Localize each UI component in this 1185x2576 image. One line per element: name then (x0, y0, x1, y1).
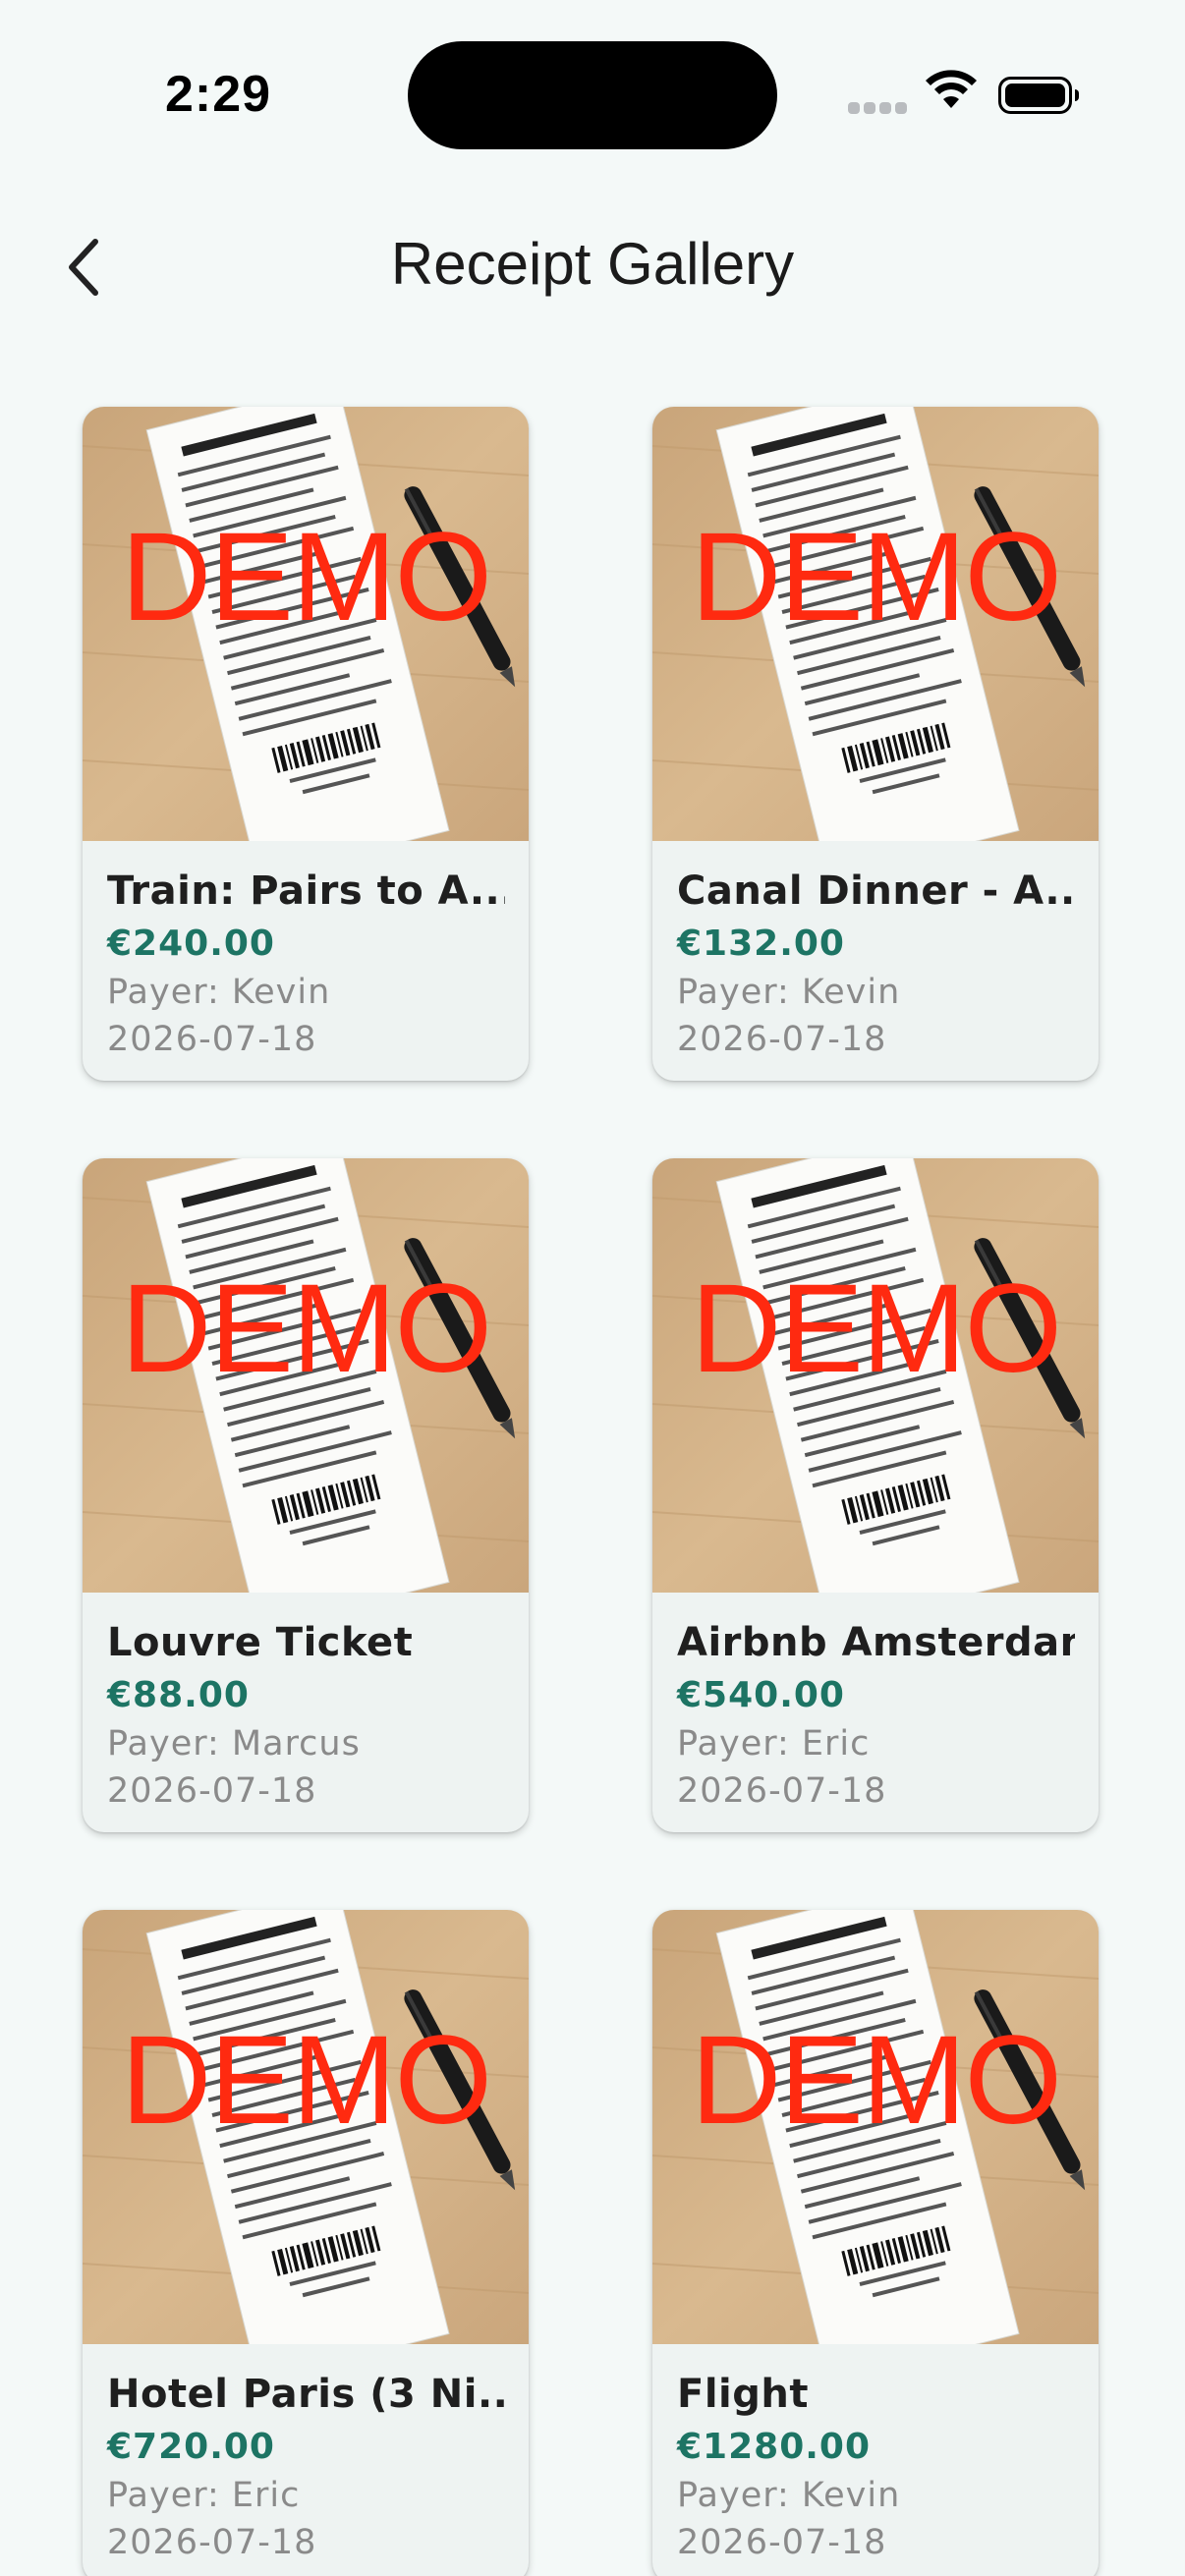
receipt-amount: €720.00 (107, 2427, 275, 2467)
receipt-amount: €88.00 (107, 1675, 250, 1715)
page-title: Receipt Gallery (390, 231, 795, 297)
dynamic-island (408, 41, 777, 149)
receipt-title: Hotel Paris (3 Ni... (107, 2372, 505, 2417)
receipt-card[interactable]: DEMO Flight €1280.00 Payer: Kevin 2026-0… (652, 1910, 1099, 2576)
receipt-card[interactable]: DEMO Train: Pairs to A... €240.00 Payer:… (83, 407, 529, 1081)
receipt-title: Canal Dinner - A... (677, 868, 1075, 914)
card-body: Flight €1280.00 Payer: Kevin 2026-07-18 (652, 2344, 1099, 2566)
receipt-image: DEMO (652, 1158, 1099, 1593)
cellular-signal-icon (848, 102, 909, 116)
receipt-date: 2026-07-18 (107, 1020, 317, 1059)
status-time: 2:29 (165, 66, 272, 123)
demo-watermark: DEMO (691, 507, 1062, 647)
receipt-amount: €132.00 (677, 924, 845, 964)
demo-watermark: DEMO (121, 507, 492, 647)
receipt-date: 2026-07-18 (107, 1771, 317, 1811)
receipt-payer: Payer: Kevin (107, 973, 331, 1012)
screen: 2:29 Receipt Gallery DEMO Train: Pairs t… (0, 0, 1185, 2576)
receipt-payer: Payer: Marcus (107, 1724, 361, 1764)
receipt-image: DEMO (83, 1158, 529, 1593)
receipt-image: DEMO (652, 1910, 1099, 2344)
receipt-card[interactable]: DEMO Airbnb Amsterdam €540.00 Payer: Eri… (652, 1158, 1099, 1832)
card-body: Train: Pairs to A... €240.00 Payer: Kevi… (83, 841, 529, 1063)
receipt-amount: €240.00 (107, 924, 275, 964)
receipt-title: Airbnb Amsterdam (677, 1620, 1075, 1665)
receipt-title: Louvre Ticket (107, 1620, 414, 1665)
receipt-payer: Payer: Kevin (677, 973, 901, 1012)
receipt-payer: Payer: Eric (107, 2476, 301, 2515)
receipt-date: 2026-07-18 (677, 2523, 887, 2562)
receipt-image: DEMO (83, 1910, 529, 2344)
battery-icon (998, 77, 1079, 114)
card-body: Hotel Paris (3 Ni... €720.00 Payer: Eric… (83, 2344, 529, 2566)
receipt-card[interactable]: DEMO Canal Dinner - A... €132.00 Payer: … (652, 407, 1099, 1081)
receipt-amount: €540.00 (677, 1675, 845, 1715)
demo-watermark: DEMO (691, 2010, 1062, 2151)
receipt-card[interactable]: DEMO Louvre Ticket €88.00 Payer: Marcus … (83, 1158, 529, 1832)
receipt-image: DEMO (83, 407, 529, 841)
receipt-card[interactable]: DEMO Hotel Paris (3 Ni... €720.00 Payer:… (83, 1910, 529, 2576)
receipt-payer: Payer: Kevin (677, 2476, 901, 2515)
card-body: Louvre Ticket €88.00 Payer: Marcus 2026-… (83, 1593, 529, 1815)
demo-watermark: DEMO (691, 1259, 1062, 1399)
receipt-image: DEMO (652, 407, 1099, 841)
demo-watermark: DEMO (121, 1259, 492, 1399)
receipt-payer: Payer: Eric (677, 1724, 871, 1764)
receipt-title: Flight (677, 2372, 809, 2417)
card-body: Airbnb Amsterdam €540.00 Payer: Eric 202… (652, 1593, 1099, 1815)
status-bar: 2:29 (0, 0, 1185, 196)
receipt-title: Train: Pairs to A... (107, 868, 505, 914)
receipt-amount: €1280.00 (677, 2427, 872, 2467)
wifi-icon (926, 70, 977, 108)
receipt-date: 2026-07-18 (677, 1771, 887, 1811)
card-body: Canal Dinner - A... €132.00 Payer: Kevin… (652, 841, 1099, 1063)
receipt-date: 2026-07-18 (107, 2523, 317, 2562)
app-header: Receipt Gallery (0, 206, 1185, 324)
demo-watermark: DEMO (121, 2010, 492, 2151)
receipt-date: 2026-07-18 (677, 1020, 887, 1059)
